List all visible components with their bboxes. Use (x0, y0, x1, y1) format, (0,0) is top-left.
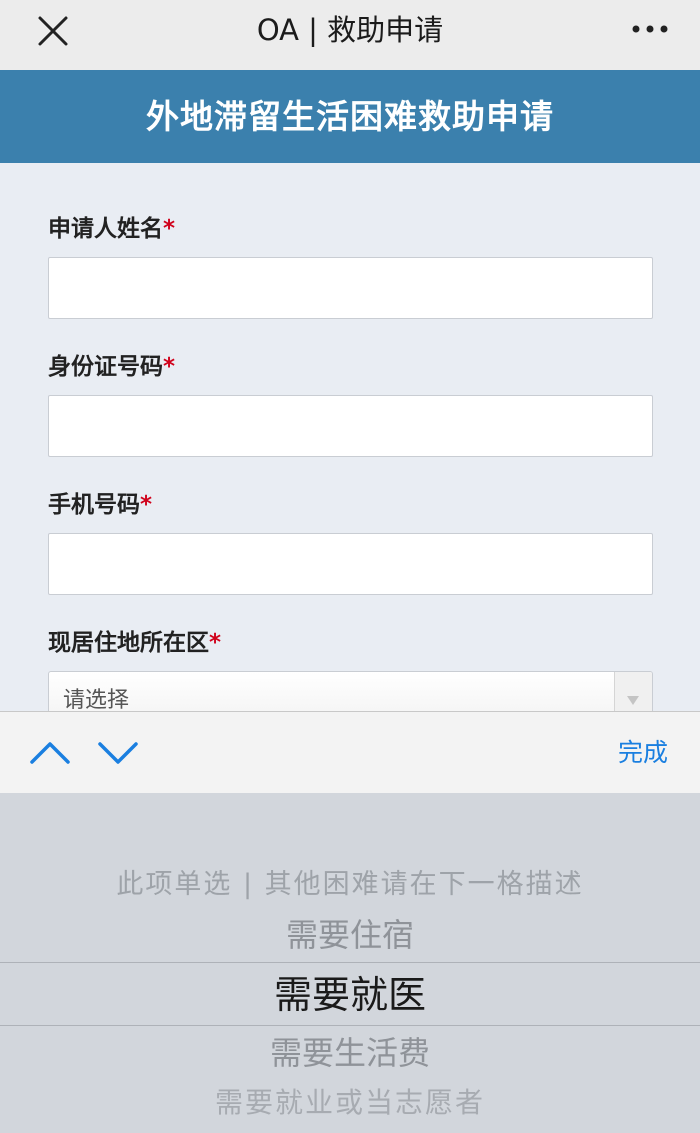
application-form: 申请人姓名* 身份证号码* 手机号码* 现居住地所在区* 请选择 (0, 163, 700, 733)
required-mark: * (209, 630, 222, 656)
picker-option-selected[interactable]: 需要就医 (0, 967, 700, 1023)
name-label-text: 申请人姓名 (48, 216, 163, 242)
phone-input[interactable] (48, 533, 653, 595)
selection-divider-bottom (0, 1025, 700, 1026)
picker-option[interactable]: 需要就业或当志愿者 (0, 1083, 700, 1123)
nav-title: OA | 救助申请 (256, 13, 444, 47)
selection-divider-top (0, 962, 700, 963)
phone-label-text: 手机号码 (48, 492, 140, 518)
top-nav-bar: OA | 救助申请 (0, 0, 700, 70)
picker-option[interactable]: 需要住宿 (0, 911, 700, 959)
chevron-down-icon[interactable] (96, 736, 140, 770)
id-label: 身份证号码* (48, 351, 175, 383)
done-button[interactable]: 完成 (618, 736, 668, 770)
required-mark: * (163, 354, 176, 380)
id-number-input[interactable] (48, 395, 653, 457)
required-mark: * (163, 216, 176, 242)
name-input[interactable] (48, 257, 653, 319)
more-icon[interactable] (630, 16, 670, 42)
name-label: 申请人姓名* (48, 213, 175, 245)
required-mark: * (140, 492, 153, 518)
picker-option[interactable]: 需要生活费 (0, 1029, 700, 1077)
district-label: 现居住地所在区* (48, 627, 221, 659)
option-wheel-picker[interactable]: 此项单选 | 其他困难请在下一格描述 需要住宿 需要就医 需要生活费 需要就业或… (0, 793, 700, 1133)
district-label-text: 现居住地所在区 (48, 630, 209, 656)
id-label-text: 身份证号码 (48, 354, 163, 380)
picker-toolbar: 完成 (0, 711, 700, 793)
phone-label: 手机号码* (48, 489, 152, 521)
page-title-banner: 外地滞留生活困难救助申请 (0, 70, 700, 163)
chevron-up-icon[interactable] (28, 736, 72, 770)
picker-option[interactable]: 此项单选 | 其他困难请在下一格描述 (0, 865, 700, 905)
